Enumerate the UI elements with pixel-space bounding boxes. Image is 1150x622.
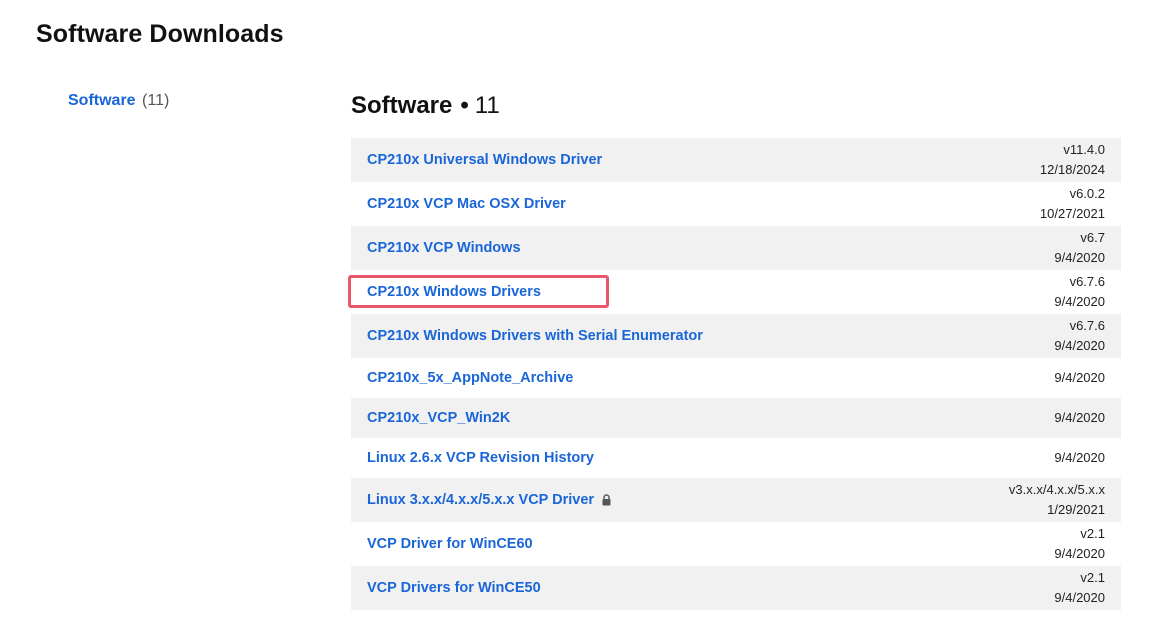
download-name[interactable]: CP210x VCP Windows bbox=[367, 240, 521, 256]
download-version: v11.4.0 bbox=[1063, 142, 1105, 157]
download-version: v6.0.2 bbox=[1069, 186, 1105, 201]
sidebar-item-software[interactable]: Software (11) bbox=[68, 91, 169, 111]
download-date: 9/4/2020 bbox=[1054, 410, 1105, 425]
download-name[interactable]: Linux 2.6.x VCP Revision History bbox=[367, 450, 594, 466]
download-link[interactable]: CP210x Windows Drivers with Serial Enume… bbox=[367, 328, 703, 344]
download-name[interactable]: VCP Drivers for WinCE50 bbox=[367, 580, 541, 596]
download-date: 9/4/2020 bbox=[1054, 294, 1105, 309]
download-version: v6.7 bbox=[1080, 230, 1105, 245]
download-link[interactable]: CP210x_5x_AppNote_Archive bbox=[367, 370, 573, 386]
download-meta: 9/4/2020 bbox=[1054, 448, 1105, 468]
list-item: Linux 3.x.x/4.x.x/5.x.x VCP Driver v3.x.x… bbox=[351, 478, 1121, 522]
page-title: Software Downloads bbox=[36, 20, 284, 48]
list-item: VCP Drivers for WinCE50 v2.1 9/4/2020 bbox=[351, 566, 1121, 610]
download-version: v2.1 bbox=[1080, 526, 1105, 541]
sidebar-item-count: (11) bbox=[142, 92, 170, 109]
download-meta: v6.7 9/4/2020 bbox=[1054, 228, 1105, 268]
download-link[interactable]: CP210x VCP Mac OSX Driver bbox=[367, 196, 566, 212]
list-item: CP210x Windows Drivers with Serial Enume… bbox=[351, 314, 1121, 358]
list-item: Linux 2.6.x VCP Revision History 9/4/2020 bbox=[351, 438, 1121, 478]
highlight-box bbox=[348, 275, 609, 308]
download-name[interactable]: CP210x Universal Windows Driver bbox=[367, 152, 602, 168]
list-item: CP210x VCP Mac OSX Driver v6.0.2 10/27/202… bbox=[351, 182, 1121, 226]
download-meta: 9/4/2020 bbox=[1054, 408, 1105, 428]
list-item: VCP Driver for WinCE60 v2.1 9/4/2020 bbox=[351, 522, 1121, 566]
download-version: v6.7.6 bbox=[1069, 274, 1105, 289]
download-meta: v6.7.6 9/4/2020 bbox=[1054, 316, 1105, 356]
download-date: 9/4/2020 bbox=[1054, 590, 1105, 605]
download-meta: v11.4.0 12/18/2024 bbox=[1040, 140, 1105, 180]
download-date: 9/4/2020 bbox=[1054, 546, 1105, 561]
download-version: v2.1 bbox=[1080, 570, 1105, 585]
download-name[interactable]: CP210x Windows Drivers with Serial Enume… bbox=[367, 328, 703, 344]
download-name[interactable]: Linux 3.x.x/4.x.x/5.x.x VCP Driver bbox=[367, 492, 594, 508]
download-meta: v6.0.2 10/27/2021 bbox=[1040, 184, 1105, 224]
list-item: CP210x_5x_AppNote_Archive 9/4/2020 bbox=[351, 358, 1121, 398]
download-meta: v2.1 9/4/2020 bbox=[1054, 568, 1105, 608]
download-date: 9/4/2020 bbox=[1054, 338, 1105, 353]
download-name[interactable]: VCP Driver for WinCE60 bbox=[367, 536, 533, 552]
download-date: 12/18/2024 bbox=[1039, 162, 1105, 177]
download-name[interactable]: CP210x_VCP_Win2K bbox=[367, 410, 510, 426]
download-date: 9/4/2020 bbox=[1054, 450, 1105, 465]
download-version: v3.x.x/4.x.x/5.x.x bbox=[1008, 482, 1105, 497]
list-item: CP210x_VCP_Win2K 9/4/2020 bbox=[351, 398, 1121, 438]
download-meta: v3.x.x/4.x.x/5.x.x 1/29/2021 bbox=[1009, 480, 1105, 520]
download-link[interactable]: CP210x Universal Windows Driver bbox=[367, 152, 602, 168]
page: Software Downloads Software (11) Softwar… bbox=[0, 0, 1150, 622]
list-item: CP210x Universal Windows Driver v11.4.0 12… bbox=[351, 138, 1121, 182]
sidebar-item-label[interactable]: Software bbox=[68, 92, 136, 109]
section-separator: • bbox=[460, 92, 469, 119]
download-link[interactable]: VCP Drivers for WinCE50 bbox=[367, 580, 541, 596]
download-version: v6.7.6 bbox=[1069, 318, 1105, 333]
download-meta: v2.1 9/4/2020 bbox=[1054, 524, 1105, 564]
download-link[interactable]: CP210x_VCP_Win2K bbox=[367, 410, 510, 426]
lock-icon bbox=[601, 494, 612, 506]
download-link[interactable]: Linux 3.x.x/4.x.x/5.x.x VCP Driver bbox=[367, 492, 612, 508]
download-date: 1/29/2021 bbox=[1047, 502, 1105, 517]
download-date: 9/4/2020 bbox=[1054, 370, 1105, 385]
download-name[interactable]: CP210x_5x_AppNote_Archive bbox=[367, 370, 573, 386]
download-link[interactable]: VCP Driver for WinCE60 bbox=[367, 536, 533, 552]
sidebar: Software (11) bbox=[68, 91, 169, 111]
download-meta: v6.7.6 9/4/2020 bbox=[1054, 272, 1105, 312]
download-link[interactable]: Linux 2.6.x VCP Revision History bbox=[367, 450, 594, 466]
section-name: Software bbox=[351, 92, 453, 119]
download-date: 9/4/2020 bbox=[1054, 250, 1105, 265]
downloads-list: CP210x Universal Windows Driver v11.4.0 12… bbox=[351, 138, 1121, 610]
section-count: 11 bbox=[474, 92, 500, 119]
section-heading: Software • 11 bbox=[351, 92, 500, 120]
download-date: 10/27/2021 bbox=[1039, 206, 1105, 221]
download-link[interactable]: CP210x VCP Windows bbox=[367, 240, 521, 256]
download-name[interactable]: CP210x VCP Mac OSX Driver bbox=[367, 196, 566, 212]
download-meta: 9/4/2020 bbox=[1054, 368, 1105, 388]
list-item: CP210x VCP Windows v6.7 9/4/2020 bbox=[351, 226, 1121, 270]
